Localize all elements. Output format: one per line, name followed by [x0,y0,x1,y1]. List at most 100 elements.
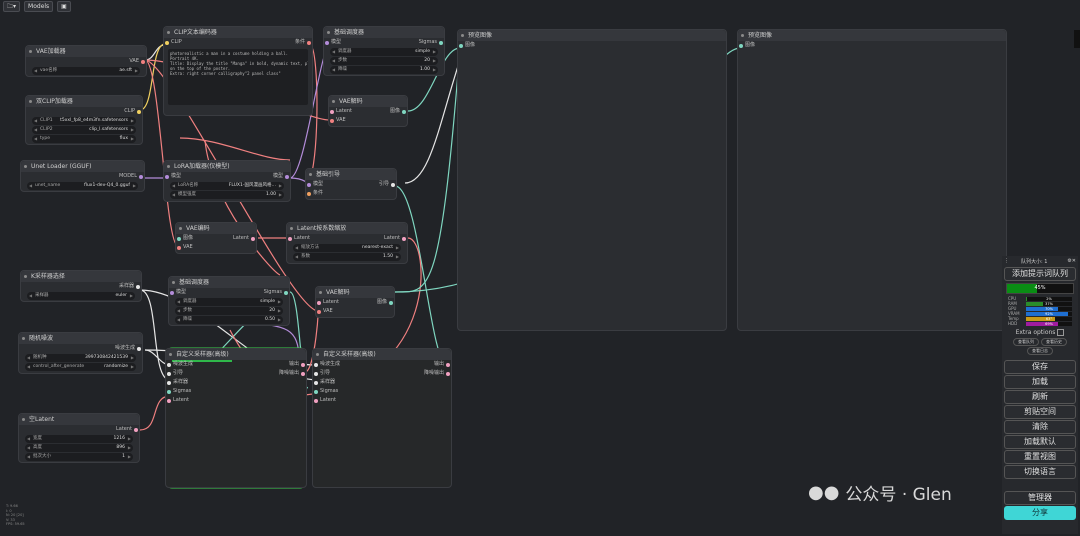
refresh-button[interactable]: 刷新 [1004,390,1076,404]
widget-clip2[interactable]: CLIP2 clip_l.safetensors [32,126,136,134]
load-button[interactable]: 加载 [1004,375,1076,389]
output-socket[interactable] [285,175,289,179]
input-socket[interactable] [314,363,318,367]
load-default-button[interactable]: 加载默认 [1004,435,1076,449]
widget-steps[interactable]: 步数 20 [175,307,283,315]
input-socket[interactable] [288,237,292,241]
node-basic-scheduler[interactable]: 基础调度器 模型 Sigmas 调度器 simple 步数 20 降噪 1.00 [323,26,445,76]
clipspace-button[interactable]: 剪贴空间 [1004,405,1076,419]
node-vae-loader[interactable]: VAE加载器 VAE vae名称 ae.sft [25,45,147,77]
widget-batch-size[interactable]: 批次大小 1 [25,453,133,461]
node-empty-latent[interactable]: 空Latent Latent 宽度 1216 高度 896 批次大小 1 [18,413,140,463]
widget-width[interactable]: 宽度 1216 [25,435,133,443]
widget-lora-name[interactable]: LoRA名称 FLUX1-国风漫画风格… [170,182,284,190]
input-socket[interactable] [167,372,171,376]
widget-upscale-method[interactable]: 缩放方法 nearest-exact [293,244,401,252]
output-socket[interactable] [391,183,395,187]
widget-unet-name[interactable]: unet_name flux1-dev-Q4_0.gguf [27,182,138,190]
node-preview-image-2[interactable]: 预览图像 图像 [737,29,1007,331]
drag-handle-icon[interactable]: ⋮ [1004,258,1009,264]
widget-control-after-generate[interactable]: control_after_generate randomize [25,363,136,371]
view-queue-button[interactable]: 查看队列 [1013,338,1039,346]
node-random-noise[interactable]: 随机噪波 噪波生成 随机种 399730842421539 control_aft… [18,332,143,374]
input-socket[interactable] [314,381,318,385]
output-socket[interactable] [137,110,141,114]
node-clip-text-encode[interactable]: CLIP文本编码器 CLIP 条件 photorealistic a man in… [163,26,313,116]
widget-vae-name[interactable]: vae名称 ae.sft [32,67,140,75]
widget-model-strength[interactable]: 模型强度 1.00 [170,191,284,199]
widget-height[interactable]: 高度 896 [25,444,133,452]
output-socket[interactable] [389,301,393,305]
input-socket[interactable] [167,390,171,394]
save-icon-button[interactable]: ▣ [57,1,71,12]
node-basic-guider[interactable]: 基础引导 模型 引导 条件 [305,168,397,200]
output-socket[interactable] [446,372,450,376]
input-socket[interactable] [167,399,171,403]
widget-denoise[interactable]: 降噪 0.50 [175,316,283,324]
input-socket[interactable] [325,41,329,45]
input-socket[interactable] [314,390,318,394]
input-socket[interactable] [739,44,743,48]
widget-clip1[interactable]: CLIP1 t5xxl_fp8_e4m3fn.safetensors [32,117,136,125]
output-socket[interactable] [439,41,443,45]
output-socket[interactable] [301,363,305,367]
widget-noise-seed[interactable]: 随机种 399730842421539 [25,354,136,362]
output-socket[interactable] [139,175,143,179]
input-socket[interactable] [330,110,334,114]
node-preview-image-1[interactable]: 预览图像 图像 [457,29,727,331]
node-vae-encode[interactable]: VAE编码 图像 Latent VAE [175,222,257,254]
widget-steps[interactable]: 步数 20 [330,57,438,65]
manager-button[interactable]: 管理器 [1004,491,1076,505]
output-socket[interactable] [402,110,406,114]
input-socket[interactable] [314,399,318,403]
widget-denoise[interactable]: 降噪 1.00 [330,66,438,74]
view-log-button[interactable]: 查看日志 [1027,347,1053,355]
input-socket[interactable] [177,237,181,241]
node-vae-decode-2[interactable]: VAE解码 Latent 图像 VAE [315,286,395,318]
input-socket[interactable] [177,246,181,250]
output-socket[interactable] [251,237,255,241]
input-socket[interactable] [165,41,169,45]
widget-scheduler[interactable]: 调度器 simple [175,298,283,306]
node-dual-clip-loader[interactable]: 双CLIP加载器 CLIP CLIP1 t5xxl_fp8_e4m3fn.safe… [25,95,143,145]
input-socket[interactable] [307,183,311,187]
share-button[interactable]: 分享 [1004,506,1076,520]
input-socket[interactable] [307,192,311,196]
output-socket[interactable] [134,428,138,432]
output-socket[interactable] [137,347,141,351]
clear-button[interactable]: 清除 [1004,420,1076,434]
output-socket[interactable] [136,285,140,289]
node-custom-sampler-2[interactable]: 自定义采样器(高级) 噪波生成 输出 引导 降噪输出 采样器 Sigmas Late… [312,348,452,488]
widget-scheduler[interactable]: 调度器 simple [330,48,438,56]
queue-prompt-button[interactable]: 添加提示词队列 [1004,267,1076,281]
workflow-canvas[interactable]: 🗀▾ Models ▣ VAE加载器 VAE vae名称 ae.sft 双CLIP… [0,0,1080,536]
node-vae-decode-1[interactable]: VAE解码 Latent 图像 VAE [328,95,408,127]
input-socket[interactable] [167,381,171,385]
output-socket[interactable] [446,363,450,367]
node-latent-upscale[interactable]: Latent按系数缩放 Latent Latent 缩放方法 nearest-exa… [286,222,408,264]
node-lora-loader[interactable]: LoRA加载器(仅模型) 模型 模型 LoRA名称 FLUX1-国风漫画风格… 模型… [163,160,291,202]
prompt-textarea[interactable]: photorealistic a man in a costume holdin… [168,49,308,105]
widget-scale-by[interactable]: 系数 1.50 [293,253,401,261]
widget-sampler-name[interactable]: 采样器 euler [27,292,135,300]
input-socket[interactable] [317,301,321,305]
input-socket[interactable] [170,291,174,295]
input-socket[interactable] [165,175,169,179]
output-socket[interactable] [402,237,406,241]
node-ksampler-select[interactable]: K采样器选择 采样器 采样器 euler [20,270,142,302]
widget-type[interactable]: type flux [32,135,136,143]
output-socket[interactable] [301,372,305,376]
folder-menu-button[interactable]: 🗀▾ [3,1,21,12]
input-socket[interactable] [459,44,463,48]
minimap-toggle[interactable] [1074,30,1080,48]
view-history-button[interactable]: 查看历史 [1041,338,1067,346]
extra-options-checkbox[interactable] [1057,329,1065,336]
close-icon[interactable]: ✕ [1072,258,1076,264]
save-button[interactable]: 保存 [1004,360,1076,374]
node-unet-loader[interactable]: Unet Loader (GGUF) MODEL unet_name flux1-… [20,160,145,192]
input-socket[interactable] [167,363,171,367]
switch-language-button[interactable]: 切换语言 [1004,465,1076,479]
output-socket[interactable] [307,41,311,45]
node-basic-scheduler-2[interactable]: 基础调度器 模型 Sigmas 调度器 simple 步数 20 降噪 0.50 [168,276,290,326]
input-socket[interactable] [330,119,334,123]
